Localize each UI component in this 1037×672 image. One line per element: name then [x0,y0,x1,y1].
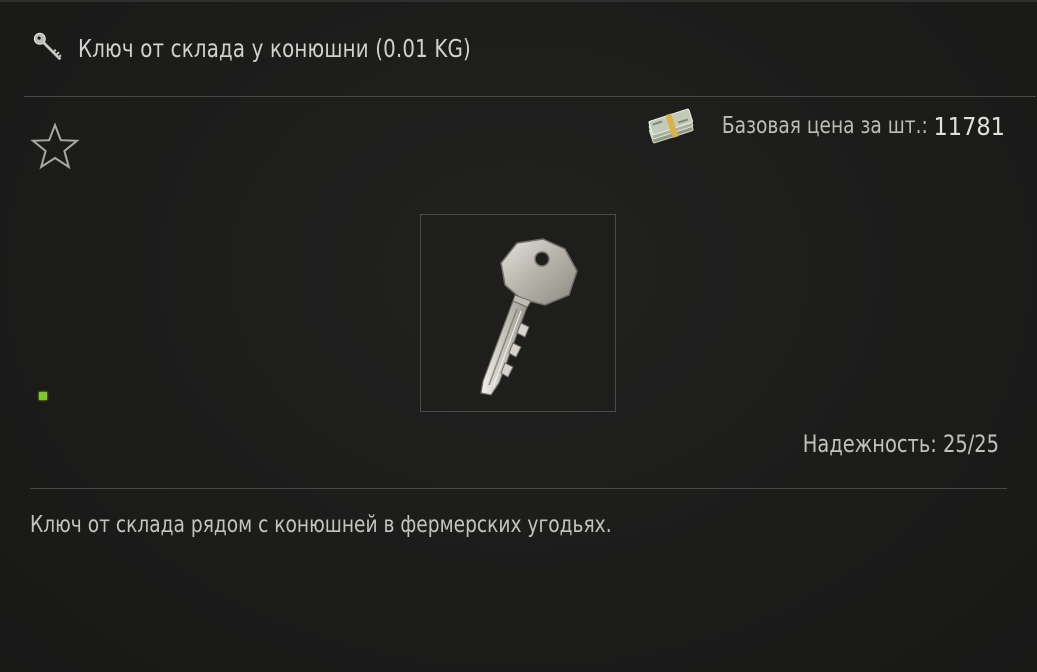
money-stack-icon [648,108,694,144]
item-image-frame [420,214,616,412]
favorite-star-icon[interactable] [30,122,80,170]
base-price-value: 11781 [933,111,1005,141]
header-divider [24,96,1036,97]
key-image [480,238,578,396]
status-indicator [39,392,47,400]
item-title: Ключ от склада у конюшни (0.01 KG) [78,33,471,63]
window-header: Ключ от склада у конюшни (0.01 KG) [24,22,1014,74]
key-icon [33,32,62,61]
base-price-label: Базовая цена за шт.: [721,113,928,139]
description-divider [30,488,1007,489]
base-price: Базовая цена за шт.: 11781 [645,106,1005,146]
durability-text: Надежность: 25/25 [802,430,999,458]
item-description: Ключ от склада рядом с конюшней в фермер… [30,512,612,538]
item-inspect-window: Ключ от склада у конюшни (0.01 KG) Базов… [0,0,1037,672]
